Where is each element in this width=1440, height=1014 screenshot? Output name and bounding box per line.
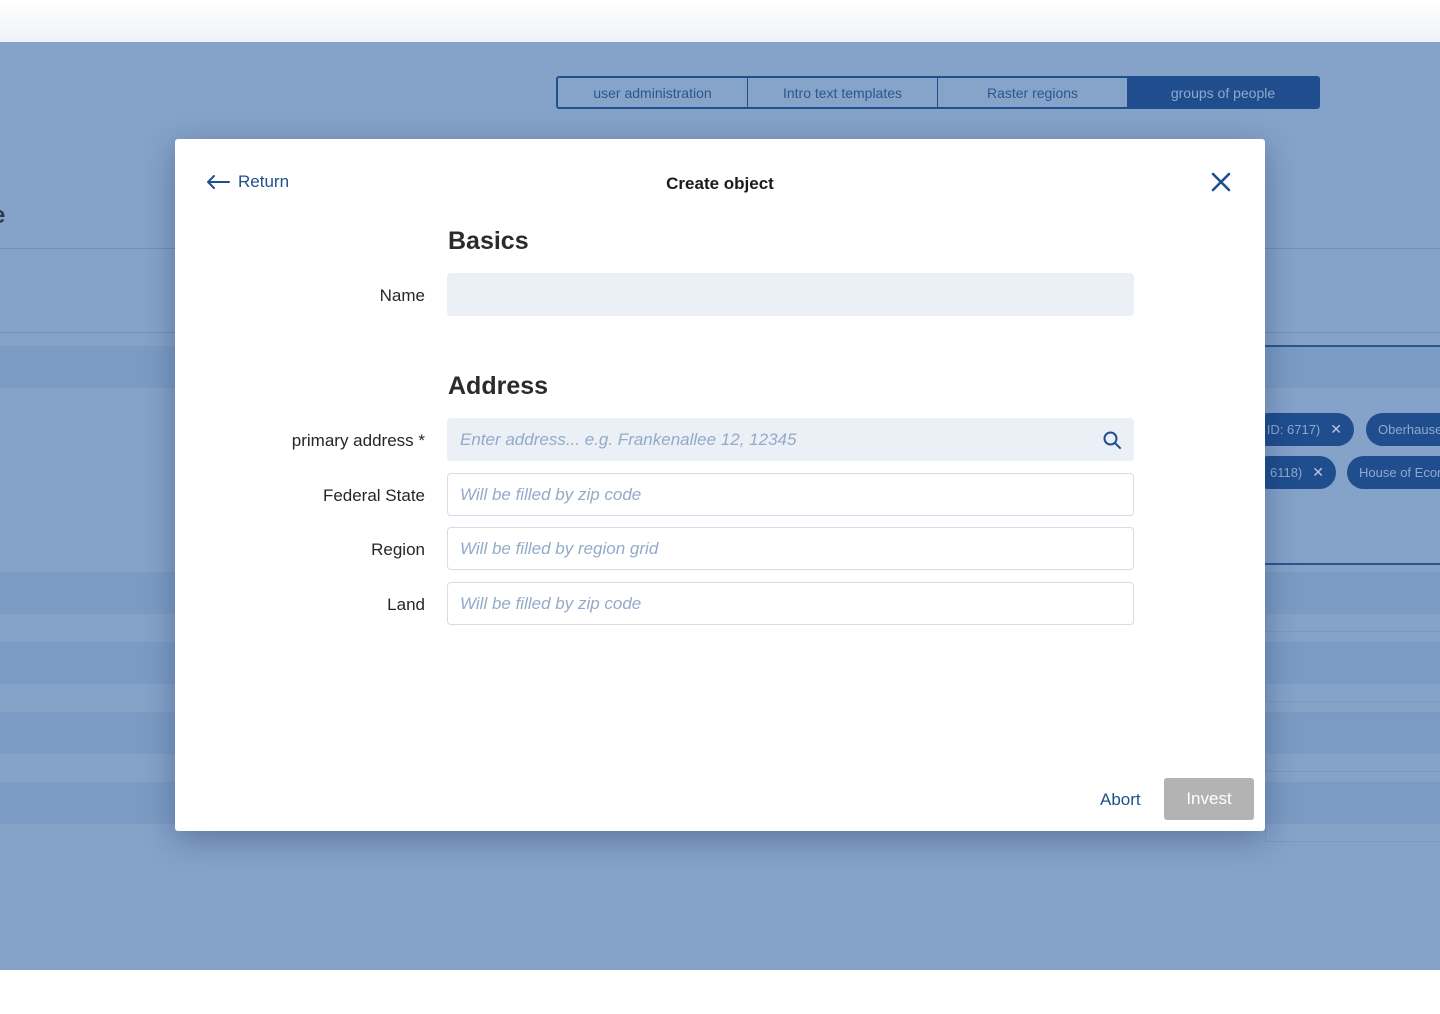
page-footer-area (0, 970, 1440, 1014)
invest-button[interactable]: Invest (1164, 778, 1254, 820)
section-heading-basics: Basics (448, 227, 529, 255)
section-heading-address: Address (448, 372, 549, 400)
chip-label: 6118) (1269, 465, 1303, 480)
background-cell (1265, 782, 1440, 842)
federal-state-field[interactable] (447, 473, 1134, 516)
search-icon[interactable] (1102, 430, 1122, 450)
region-label: Region (371, 540, 425, 559)
background-chip[interactable]: House of Ecor (1347, 456, 1440, 489)
close-icon[interactable]: ✕ (1312, 464, 1324, 481)
create-object-dialog: Return Create object Basics Name Address… (175, 139, 1265, 831)
name-label: Name (379, 286, 425, 305)
federal-state-label: Federal State (322, 486, 425, 505)
region-field[interactable] (447, 527, 1134, 570)
close-icon[interactable] (1209, 170, 1233, 194)
background-chip[interactable]: ID: 6717) ✕ (1252, 413, 1354, 446)
top-header-bar (0, 0, 1440, 43)
tab-user-administration[interactable]: user administration (558, 78, 748, 107)
background-cell (1265, 642, 1440, 702)
tab-groups-of-people[interactable]: groups of people (1128, 78, 1318, 107)
abort-button[interactable]: Abort (1100, 790, 1141, 810)
land-field[interactable] (447, 582, 1134, 625)
admin-tab-bar: user administration Intro text templates… (556, 76, 1320, 109)
background-chip[interactable]: Oberhause (1366, 413, 1440, 446)
chip-label: Oberhause (1378, 422, 1440, 437)
land-label: Land (387, 595, 425, 614)
name-input[interactable] (447, 273, 1134, 316)
chip-label: ID: 6717) (1266, 422, 1321, 437)
chip-label: House of Ecor (1359, 465, 1440, 480)
primary-address-search-input[interactable] (447, 418, 1134, 461)
tab-raster-regions[interactable]: Raster regions (938, 78, 1128, 107)
tab-intro-text-templates[interactable]: Intro text templates (748, 78, 938, 107)
background-cell (1265, 712, 1440, 772)
background-page-title: e (0, 202, 5, 230)
background-cell (1265, 572, 1440, 632)
close-icon[interactable]: ✕ (1330, 421, 1342, 438)
primary-address-label: primary address * (291, 431, 425, 450)
dialog-title: Create object (666, 174, 774, 193)
background-chip-panel (1265, 345, 1440, 565)
